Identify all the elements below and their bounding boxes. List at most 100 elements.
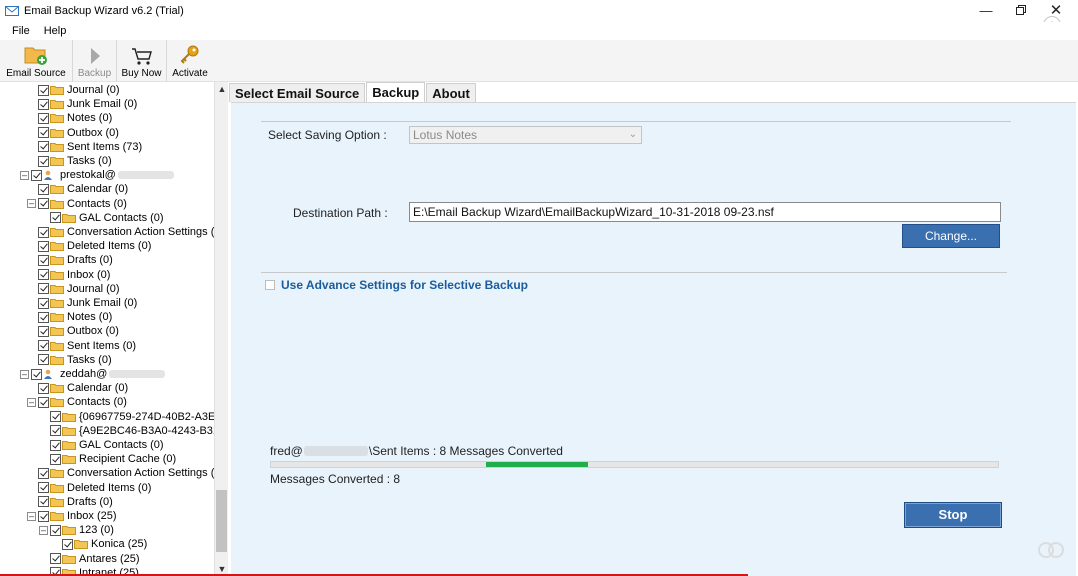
tree-checkbox[interactable] [38, 510, 49, 522]
tree-item[interactable]: Outbox (0) [38, 126, 119, 140]
tree-checkbox[interactable] [50, 411, 61, 423]
menu-file[interactable]: File [0, 25, 40, 37]
tree-item[interactable]: Drafts (0) [38, 253, 113, 267]
tree-item[interactable]: Inbox (0) [38, 268, 110, 282]
backup-button[interactable]: Backup [73, 40, 117, 82]
tree-item[interactable]: – prestokal@ [20, 168, 174, 182]
menu-help[interactable]: Help [40, 25, 77, 37]
tree-item[interactable]: GAL Contacts (0) [50, 438, 164, 452]
tree-checkbox[interactable] [50, 425, 61, 437]
collapse-icon[interactable]: – [27, 397, 36, 407]
collapse-icon[interactable]: – [20, 170, 29, 180]
watermark-icon [1038, 542, 1064, 558]
tree-item[interactable]: Tasks (0) [38, 154, 112, 168]
tree-checkbox[interactable] [38, 467, 49, 479]
tree-checkbox[interactable] [38, 340, 49, 352]
collapse-icon[interactable]: – [39, 525, 48, 535]
folder-icon [50, 86, 64, 95]
tab-backup[interactable]: Backup [366, 82, 426, 102]
tree-item[interactable]: Konica (25) [62, 537, 147, 551]
tree-checkbox[interactable] [50, 453, 61, 465]
tree-checkbox[interactable] [50, 524, 61, 536]
destination-path-input[interactable]: E:\Email Backup Wizard\EmailBackupWizard… [409, 202, 1001, 222]
tree-item[interactable]: Junk Email (0) [38, 296, 137, 310]
tree-checkbox[interactable] [31, 368, 42, 380]
tree-item[interactable]: Recipient Cache (0) [50, 452, 176, 466]
tree-item[interactable]: Deleted Items (0) [38, 239, 151, 253]
tree-checkbox[interactable] [50, 212, 61, 224]
tree-checkbox[interactable] [38, 382, 49, 394]
tree-item[interactable]: Tasks (0) [38, 353, 112, 367]
tree-item[interactable]: Conversation Action Settings (0 [38, 466, 220, 480]
email-source-button[interactable]: Email Source [0, 40, 73, 82]
stop-button[interactable]: Stop [904, 502, 1002, 528]
tree-item[interactable]: Journal (0) [38, 282, 120, 296]
tree-item[interactable]: Notes (0) [38, 111, 112, 125]
tree-checkbox[interactable] [38, 396, 49, 408]
tree-item[interactable]: Sent Items (73) [38, 140, 142, 154]
minimize-button[interactable]: — [976, 3, 996, 19]
tree-checkbox[interactable] [38, 254, 49, 266]
tree-checkbox[interactable] [50, 439, 61, 451]
tree-checkbox[interactable] [38, 112, 49, 124]
tree-checkbox[interactable] [38, 141, 49, 153]
tree-item[interactable]: – zeddah@ [20, 367, 166, 381]
tree-checkbox[interactable] [38, 283, 49, 295]
tree-checkbox[interactable] [38, 269, 49, 281]
collapse-icon[interactable]: – [20, 369, 29, 379]
tree-checkbox[interactable] [38, 183, 49, 195]
folder-icon [50, 100, 64, 110]
tree-checkbox[interactable] [38, 84, 49, 96]
tree-item[interactable]: Outbox (0) [38, 324, 119, 338]
tree-item[interactable]: Conversation Action Settings (0 [38, 225, 220, 239]
change-button[interactable]: Change... [902, 224, 1000, 248]
tree-item[interactable]: GAL Contacts (0) [50, 211, 164, 225]
tree-item[interactable]: Deleted Items (0) [38, 481, 151, 495]
tree-item[interactable]: – 123 (0) [39, 523, 114, 537]
tree-item[interactable]: – Contacts (0) [27, 395, 127, 409]
advance-settings-toggle[interactable]: Use Advance Settings for Selective Backu… [265, 278, 528, 292]
tree-item[interactable]: Notes (0) [38, 310, 112, 324]
tab-select-email-source[interactable]: Select Email Source [229, 83, 366, 102]
tree-checkbox[interactable] [38, 155, 49, 167]
tree-item[interactable]: Calendar (0) [38, 182, 128, 196]
tree-checkbox[interactable] [50, 553, 61, 565]
tree-item[interactable]: Drafts (0) [38, 495, 113, 509]
tree-checkbox[interactable] [38, 98, 49, 110]
tree-checkbox[interactable] [31, 169, 42, 181]
activate-button[interactable]: Activate [167, 40, 213, 82]
scroll-thumb[interactable] [216, 490, 227, 552]
scroll-up-icon[interactable]: ▲ [215, 82, 229, 96]
tree-checkbox[interactable] [38, 311, 49, 323]
tree-checkbox[interactable] [38, 496, 49, 508]
buy-now-button[interactable]: Buy Now [117, 40, 167, 82]
tree-item[interactable]: – Contacts (0) [27, 197, 127, 211]
tree-checkbox[interactable] [62, 538, 73, 550]
tree-item[interactable]: Antares (25) [50, 552, 140, 566]
tree-checkbox[interactable] [38, 482, 49, 494]
tree-checkbox[interactable] [38, 297, 49, 309]
restore-button[interactable] [1011, 3, 1031, 19]
redacted-email [117, 171, 174, 180]
saving-option-select[interactable]: Lotus Notes ⌄ [409, 126, 642, 144]
collapse-icon[interactable]: – [27, 511, 36, 521]
tree-checkbox[interactable] [38, 240, 49, 252]
tree-checkbox[interactable] [38, 354, 49, 366]
tree-item[interactable]: Sent Items (0) [38, 339, 136, 353]
tree-item[interactable]: Calendar (0) [38, 381, 128, 395]
tree-scrollbar[interactable]: ▲ ▼ [214, 82, 228, 576]
tree-checkbox[interactable] [38, 226, 49, 238]
tree-checkbox[interactable] [38, 325, 49, 337]
folder-icon [62, 455, 76, 465]
tab-about[interactable]: About [426, 83, 476, 102]
collapse-icon[interactable]: – [27, 199, 36, 209]
tree-item[interactable]: – Inbox (25) [27, 509, 117, 523]
tree-item-label: {A9E2BC46-B3A0-4243-B315 [79, 424, 226, 437]
advance-settings-checkbox[interactable] [265, 280, 275, 290]
tree-checkbox[interactable] [38, 198, 49, 210]
tree-item[interactable]: Journal (0) [38, 83, 120, 97]
tree-item[interactable]: {06967759-274D-40B2-A3EB- [50, 410, 226, 424]
tree-checkbox[interactable] [38, 127, 49, 139]
tree-item[interactable]: {A9E2BC46-B3A0-4243-B315 [50, 424, 225, 438]
tree-item[interactable]: Junk Email (0) [38, 97, 137, 111]
